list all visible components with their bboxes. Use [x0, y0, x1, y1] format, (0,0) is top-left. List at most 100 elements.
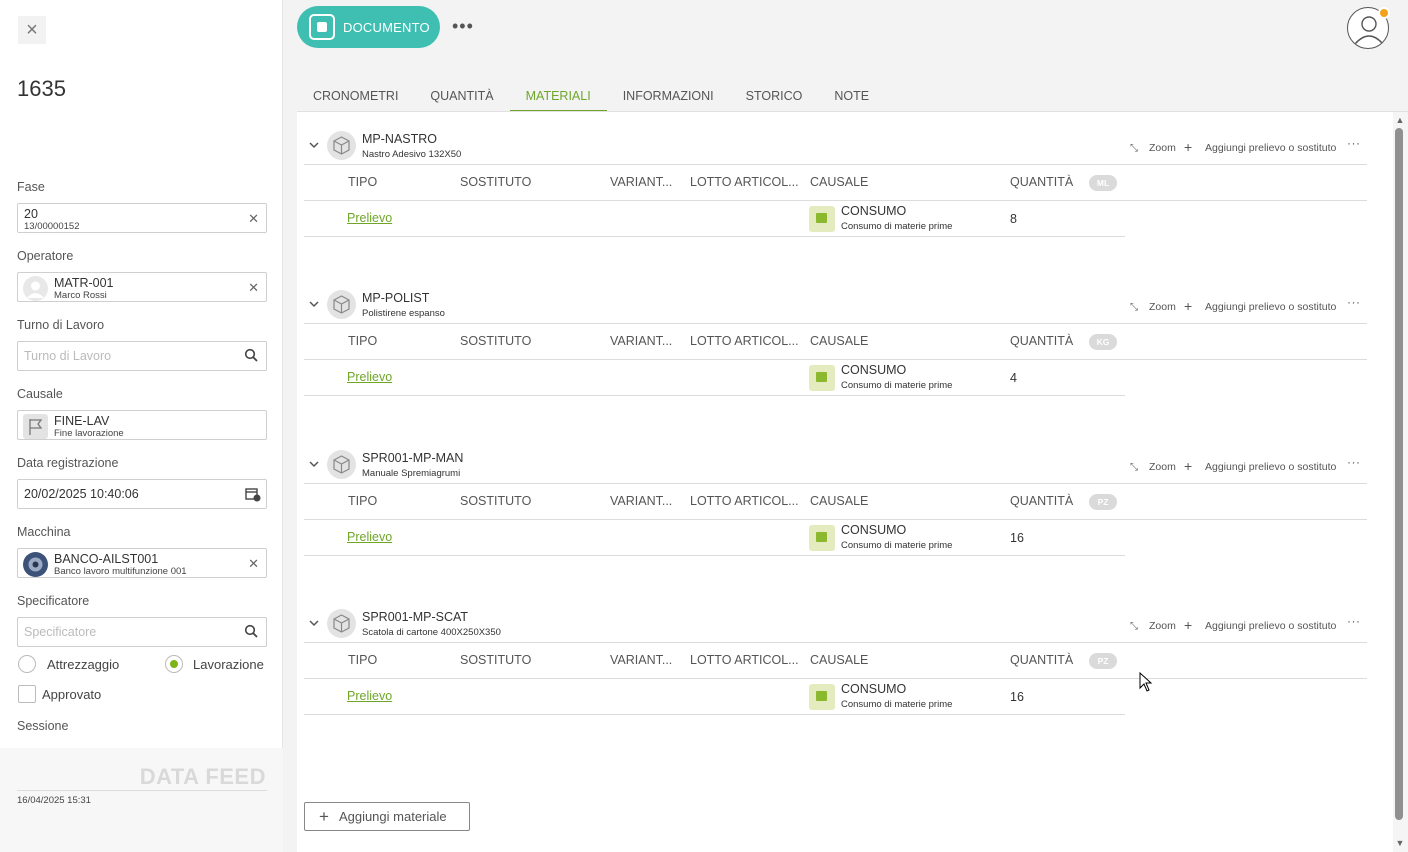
- plus-icon[interactable]: +: [1184, 617, 1192, 633]
- lavorazione-radio[interactable]: [165, 655, 183, 673]
- col-variante[interactable]: VARIANT...: [610, 334, 672, 348]
- causale-field[interactable]: FINE-LAV Fine lavorazione: [17, 410, 267, 440]
- machine-thumbnail-icon: [23, 552, 48, 577]
- divider: [17, 790, 267, 791]
- attrezzaggio-label: Attrezzaggio: [47, 657, 120, 672]
- divider: [304, 678, 1367, 679]
- col-variante[interactable]: VARIANT...: [610, 653, 672, 667]
- material-desc: Manuale Spremiagrumi: [362, 468, 461, 479]
- col-variante[interactable]: VARIANT...: [610, 494, 672, 508]
- zoom-link[interactable]: Zoom: [1149, 142, 1176, 154]
- tab-note[interactable]: NOTE: [818, 86, 885, 112]
- calendar-clock-icon[interactable]: [245, 486, 261, 502]
- more-options-icon[interactable]: ···: [1347, 455, 1361, 469]
- tab-materiali[interactable]: MATERIALI: [509, 86, 607, 112]
- expand-icon[interactable]: ⤡: [1130, 621, 1138, 632]
- box-icon: [327, 450, 356, 479]
- col-causale[interactable]: CAUSALE: [810, 494, 868, 508]
- scrollbar-thumb[interactable]: [1395, 128, 1403, 820]
- col-sostituto[interactable]: SOSTITUTO: [460, 175, 531, 189]
- col-tipo[interactable]: TIPO: [348, 494, 377, 508]
- col-causale[interactable]: CAUSALE: [810, 175, 868, 189]
- turno-placeholder: Turno di Lavoro: [24, 349, 112, 363]
- prelievo-link[interactable]: Prelievo: [347, 530, 392, 544]
- more-options-icon[interactable]: •••: [452, 16, 474, 37]
- tab-cronometri[interactable]: CRONOMETRI: [297, 86, 414, 112]
- consumo-box-icon: [809, 365, 835, 391]
- col-quantita[interactable]: QUANTITÀ: [1010, 334, 1073, 348]
- col-quantita[interactable]: QUANTITÀ: [1010, 653, 1073, 667]
- approvato-checkbox[interactable]: [18, 685, 36, 703]
- fase-field[interactable]: 20 13/00000152 ✕: [17, 203, 267, 233]
- chevron-down-icon[interactable]: [309, 459, 319, 469]
- expand-icon[interactable]: ⤡: [1130, 462, 1138, 473]
- divider: [304, 519, 1367, 520]
- close-icon[interactable]: ×: [18, 16, 46, 44]
- more-options-icon[interactable]: ···: [1347, 136, 1361, 150]
- macchina-sub: Banco lavoro multifunzione 001: [54, 566, 187, 577]
- prelievo-link[interactable]: Prelievo: [347, 689, 392, 703]
- scroll-up-icon[interactable]: ▲: [1395, 115, 1405, 125]
- plus-icon[interactable]: +: [1184, 298, 1192, 314]
- more-options-icon[interactable]: ···: [1347, 614, 1361, 628]
- tab-informazioni[interactable]: INFORMAZIONI: [607, 86, 730, 112]
- chevron-down-icon[interactable]: [309, 140, 319, 150]
- col-lotto[interactable]: LOTTO ARTICOL...: [690, 334, 799, 348]
- clear-icon[interactable]: ✕: [248, 211, 259, 227]
- chevron-down-icon[interactable]: [309, 299, 319, 309]
- clear-icon[interactable]: ✕: [248, 280, 259, 296]
- add-prelievo-link[interactable]: Aggiungi prelievo o sostituto: [1205, 620, 1336, 632]
- add-prelievo-link[interactable]: Aggiungi prelievo o sostituto: [1205, 301, 1336, 313]
- scroll-down-icon[interactable]: ▼: [1395, 838, 1405, 848]
- prelievo-link[interactable]: Prelievo: [347, 370, 392, 384]
- col-sostituto[interactable]: SOSTITUTO: [460, 334, 531, 348]
- col-sostituto[interactable]: SOSTITUTO: [460, 494, 531, 508]
- documento-button[interactable]: DOCUMENTO: [297, 6, 440, 48]
- col-variante[interactable]: VARIANT...: [610, 175, 672, 189]
- zoom-link[interactable]: Zoom: [1149, 620, 1176, 632]
- tab-quantita[interactable]: QUANTITÀ: [414, 86, 509, 112]
- col-tipo[interactable]: TIPO: [348, 175, 377, 189]
- more-options-icon[interactable]: ···: [1347, 295, 1361, 309]
- tab-storico[interactable]: STORICO: [730, 86, 819, 112]
- col-causale[interactable]: CAUSALE: [810, 334, 868, 348]
- col-lotto[interactable]: LOTTO ARTICOL...: [690, 494, 799, 508]
- attrezzaggio-radio[interactable]: [18, 655, 36, 673]
- search-icon[interactable]: [244, 348, 258, 362]
- search-icon[interactable]: [244, 624, 258, 638]
- crown-badge-icon: [1378, 7, 1390, 19]
- col-tipo[interactable]: TIPO: [348, 653, 377, 667]
- prelievo-link[interactable]: Prelievo: [347, 211, 392, 225]
- zoom-link[interactable]: Zoom: [1149, 461, 1176, 473]
- expand-icon[interactable]: ⤡: [1130, 143, 1138, 154]
- col-lotto[interactable]: LOTTO ARTICOL...: [690, 175, 799, 189]
- chevron-down-icon[interactable]: [309, 618, 319, 628]
- causale-code: CONSUMO: [841, 682, 907, 696]
- divider: [304, 555, 1125, 556]
- col-quantita[interactable]: QUANTITÀ: [1010, 494, 1073, 508]
- plus-icon[interactable]: +: [1184, 458, 1192, 474]
- fase-sub: 13/00000152: [24, 221, 80, 232]
- clear-icon[interactable]: ✕: [248, 556, 259, 572]
- data-registrazione-field[interactable]: 20/02/2025 10:40:06: [17, 479, 267, 509]
- add-prelievo-link[interactable]: Aggiungi prelievo o sostituto: [1205, 142, 1336, 154]
- causale-code: CONSUMO: [841, 363, 907, 377]
- turno-input[interactable]: Turno di Lavoro: [17, 341, 267, 371]
- col-sostituto[interactable]: SOSTITUTO: [460, 653, 531, 667]
- expand-icon[interactable]: ⤡: [1130, 302, 1138, 313]
- col-causale[interactable]: CAUSALE: [810, 653, 868, 667]
- causale-label: Causale: [17, 387, 63, 401]
- macchina-field[interactable]: BANCO-AILST001 Banco lavoro multifunzion…: [17, 548, 267, 578]
- zoom-link[interactable]: Zoom: [1149, 301, 1176, 313]
- scan-icon: [309, 14, 335, 40]
- causale-desc: Consumo di materie prime: [841, 540, 953, 551]
- add-material-button[interactable]: + Aggiungi materiale: [304, 802, 470, 831]
- add-prelievo-link[interactable]: Aggiungi prelievo o sostituto: [1205, 461, 1336, 473]
- col-tipo[interactable]: TIPO: [348, 334, 377, 348]
- specificatore-input[interactable]: Specificatore: [17, 617, 267, 647]
- divider: [304, 714, 1125, 715]
- plus-icon[interactable]: +: [1184, 139, 1192, 155]
- col-quantita[interactable]: QUANTITÀ: [1010, 175, 1073, 189]
- operatore-field[interactable]: MATR-001 Marco Rossi ✕: [17, 272, 267, 302]
- col-lotto[interactable]: LOTTO ARTICOL...: [690, 653, 799, 667]
